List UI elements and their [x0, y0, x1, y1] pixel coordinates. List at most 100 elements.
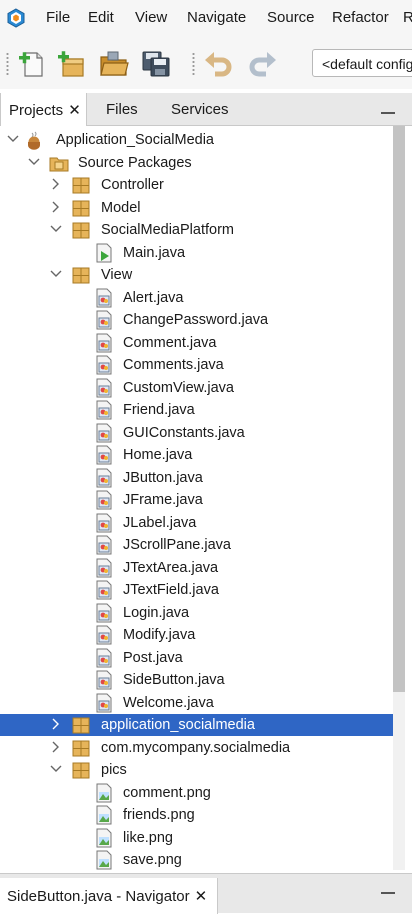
tree-row[interactable]: View — [0, 264, 393, 286]
menu-source[interactable]: Source — [267, 9, 315, 26]
toolbar-grip[interactable] — [6, 52, 9, 76]
package-icon — [72, 267, 90, 284]
package-icon — [72, 740, 90, 756]
tree-row[interactable]: JTextArea.java — [0, 557, 393, 579]
tree-row[interactable]: Main.java — [0, 242, 393, 264]
menu-edit[interactable]: Edit — [88, 9, 114, 26]
tree-row-label: comment.png — [123, 784, 211, 801]
java-form-icon — [96, 378, 112, 397]
tree-row-label: Home.java — [123, 447, 193, 463]
tree-row[interactable]: friends.png — [0, 804, 393, 826]
close-icon[interactable]: ✕ — [195, 888, 208, 905]
minimize-icon[interactable] — [381, 112, 395, 114]
save-all-icon[interactable] — [140, 49, 172, 79]
redo-icon[interactable] — [246, 49, 278, 79]
menu-refactor[interactable]: Refactor — [332, 9, 389, 26]
java-form-icon — [96, 490, 112, 510]
tree-row[interactable]: Modify.java — [0, 624, 393, 646]
tree-row[interactable]: Comments.java — [0, 354, 393, 376]
tree-row[interactable]: com.mycompany.socialmedia — [0, 737, 393, 759]
chevron-down-icon[interactable] — [6, 132, 20, 146]
tree-row[interactable]: pics — [0, 759, 393, 781]
tree-row[interactable]: SocialMediaPlatform — [0, 219, 393, 241]
chevron-right-icon[interactable] — [49, 717, 63, 731]
tree-row-label: Welcome.java — [123, 694, 214, 711]
navigator-tab-bar: SideButton.java - Navigator ✕ — [0, 873, 412, 914]
chevron-right-icon[interactable] — [49, 177, 63, 191]
package-icon — [72, 200, 90, 216]
toolbar-grip-2[interactable] — [192, 52, 195, 76]
tree-row[interactable]: GUIConstants.java — [0, 422, 393, 444]
tree-row-label: SideButton.java — [123, 672, 225, 688]
tree-row[interactable]: JButton.java — [0, 467, 393, 489]
tree-row[interactable]: JLabel.java — [0, 512, 393, 534]
tree-row-label: Modify.java — [123, 627, 196, 643]
java-form-icon — [96, 423, 112, 442]
new-file-icon[interactable] — [16, 49, 48, 79]
tree-row-label: CustomView.java — [123, 379, 234, 396]
tab-navigator[interactable]: SideButton.java - Navigator ✕ — [0, 878, 218, 914]
java-form-icon — [96, 580, 112, 600]
tree-row-label: JFrame.java — [123, 492, 203, 508]
tree-row[interactable]: Post.java — [0, 647, 393, 669]
menu-file[interactable]: File — [46, 9, 70, 26]
project-tree[interactable]: Application_SocialMedia Source Packages Co… — [0, 126, 405, 870]
tree-row[interactable]: Login.java — [0, 602, 393, 624]
configuration-select[interactable]: <default config> — [312, 49, 412, 77]
tree-row-label: like.png — [123, 829, 173, 846]
tree-row[interactable]: Source Packages — [0, 152, 393, 174]
tree-row[interactable]: comment.png — [0, 782, 393, 804]
tree-row[interactable]: Friend.java — [0, 399, 393, 421]
package-icon — [72, 717, 90, 734]
new-project-icon[interactable] — [56, 49, 88, 79]
tree-row[interactable]: like.png — [0, 827, 393, 849]
chevron-down-icon[interactable] — [49, 267, 63, 281]
undo-icon[interactable] — [203, 49, 235, 79]
tree-row[interactable]: application_socialmedia — [0, 714, 393, 736]
close-icon[interactable]: ✕ — [68, 102, 81, 119]
menu-run[interactable]: R — [403, 9, 412, 26]
tree-row[interactable]: JTextField.java — [0, 579, 393, 601]
tree-row[interactable]: Model — [0, 197, 393, 219]
netbeans-logo-icon — [7, 8, 25, 28]
tree-row[interactable]: CustomView.java — [0, 377, 393, 399]
image-file-icon — [96, 783, 112, 802]
chevron-down-icon[interactable] — [49, 762, 63, 776]
tree-row-label: JLabel.java — [123, 514, 197, 531]
tree-row[interactable]: Application_SocialMedia — [0, 129, 393, 151]
tree-row-label: Comments.java — [123, 357, 224, 373]
menu-navigate[interactable]: Navigate — [187, 9, 246, 26]
tree-row[interactable]: ChangePassword.java — [0, 309, 393, 331]
tree-row[interactable]: SideButton.java — [0, 669, 393, 691]
tree-row[interactable]: Welcome.java — [0, 692, 393, 714]
tree-row-label: Main.java — [123, 244, 186, 261]
java-form-icon — [96, 400, 112, 420]
tree-row[interactable]: Controller — [0, 174, 393, 196]
vertical-scrollbar-thumb[interactable] — [393, 126, 405, 692]
tree-row-label: com.mycompany.socialmedia — [101, 739, 291, 756]
tree-row[interactable]: save.png — [0, 849, 393, 870]
menu-bar: File Edit View Navigate Source Refactor … — [0, 0, 412, 37]
tab-projects-label: Projects — [9, 102, 64, 119]
tree-row[interactable]: Comment.java — [0, 332, 393, 354]
tree-row[interactable]: JFrame.java — [0, 489, 393, 511]
open-project-icon[interactable] — [98, 49, 130, 79]
tree-row[interactable]: Home.java — [0, 444, 393, 466]
tree-row[interactable]: JScrollPane.java — [0, 534, 393, 556]
minimize-icon[interactable] — [381, 892, 395, 894]
menu-view[interactable]: View — [135, 9, 167, 26]
chevron-down-icon[interactable] — [49, 222, 63, 236]
tree-row-label: Source Packages — [78, 154, 192, 171]
tree-row[interactable]: Alert.java — [0, 287, 393, 309]
tree-row-label: Post.java — [123, 649, 183, 666]
tree-row-label: application_socialmedia — [101, 717, 255, 733]
chevron-down-icon[interactable] — [27, 155, 41, 169]
tab-files[interactable]: Files — [106, 93, 138, 126]
chevron-right-icon[interactable] — [49, 740, 63, 754]
tree-row-label: GUIConstants.java — [123, 424, 245, 441]
tab-projects[interactable]: Projects ✕ — [0, 93, 87, 126]
image-file-icon — [96, 850, 112, 870]
tab-services[interactable]: Services — [171, 93, 229, 126]
chevron-right-icon[interactable] — [49, 200, 63, 214]
java-form-icon — [96, 468, 112, 487]
